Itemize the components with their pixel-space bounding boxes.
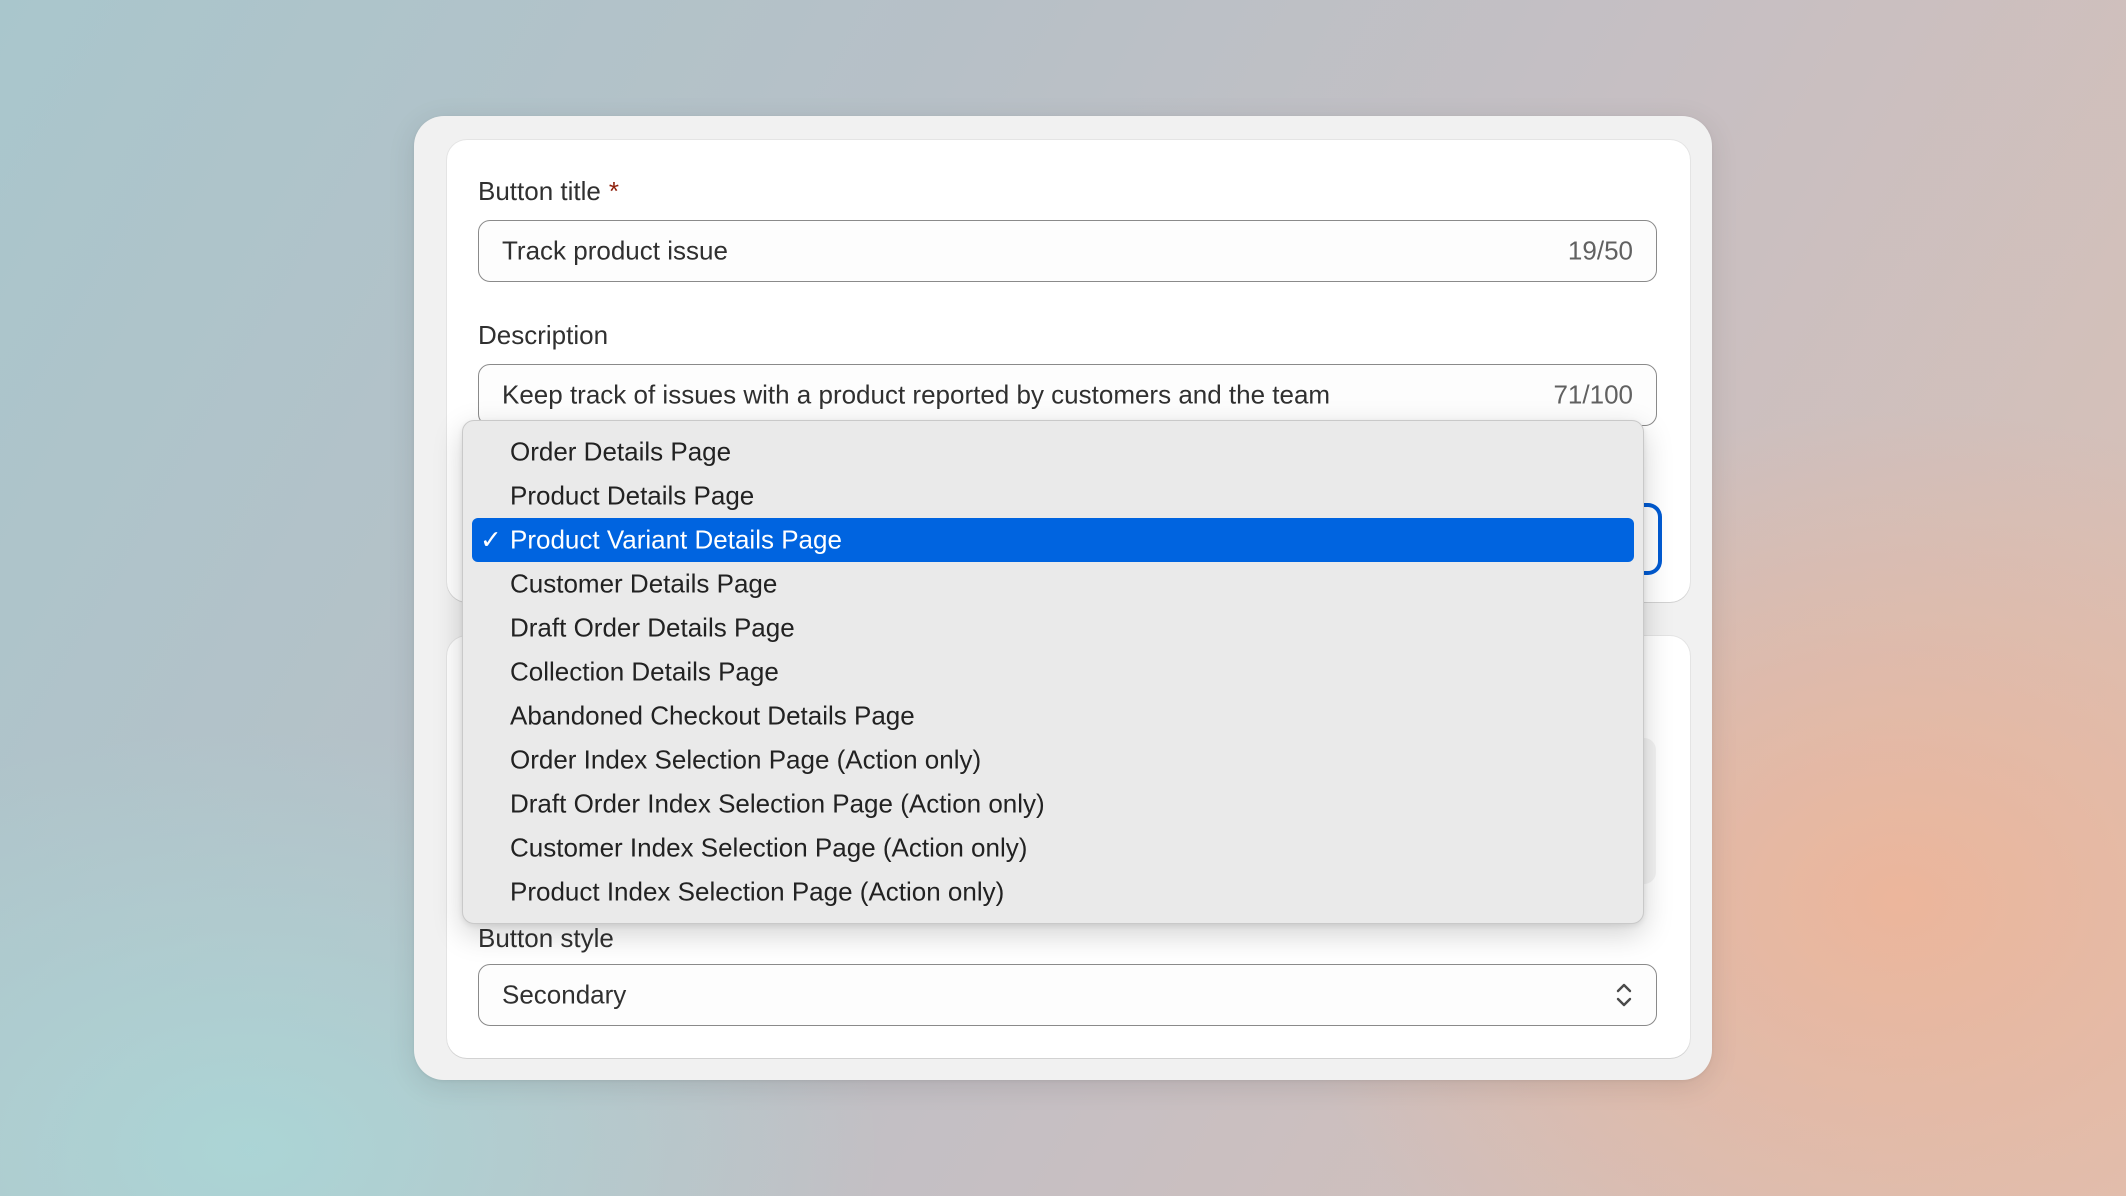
dropdown-option[interactable]: Customer Index Selection Page (Action on… [472, 826, 1634, 870]
button-title-label: Button title * [478, 176, 619, 207]
description-label: Description [478, 320, 609, 350]
dropdown-option-label: Draft Order Index Selection Page (Action… [510, 788, 1045, 819]
dropdown-option[interactable]: ✓ Product Variant Details Page [472, 518, 1634, 562]
button-style-value: Secondary [502, 979, 627, 1010]
dropdown-option-label: Order Index Selection Page (Action only) [510, 744, 982, 775]
button-title-input[interactable]: Track product issue 19/50 [478, 220, 1657, 282]
description-char-counter: 71/100 [1553, 379, 1633, 410]
dropdown-option[interactable]: Product Index Selection Page (Action onl… [472, 870, 1634, 914]
dropdown-option-label: Customer Details Page [510, 568, 778, 599]
dropdown-option-label: Order Details Page [510, 436, 732, 467]
description-value: Keep track of issues with a product repo… [502, 379, 1331, 410]
dropdown-option[interactable]: Draft Order Details Page [472, 606, 1634, 650]
dropdown-option-label: Product Index Selection Page (Action onl… [510, 876, 1005, 907]
dropdown-option[interactable]: Order Index Selection Page (Action only) [472, 738, 1634, 782]
button-style-label: Button style [478, 923, 614, 953]
dropdown-option-label: Abandoned Checkout Details Page [510, 700, 915, 731]
dropdown-option-label: Collection Details Page [510, 656, 779, 687]
dropdown-option[interactable]: Draft Order Index Selection Page (Action… [472, 782, 1634, 826]
dropdown-option-label: Draft Order Details Page [510, 612, 795, 643]
dropdown-option[interactable]: Collection Details Page [472, 650, 1634, 694]
checkmark-icon: ✓ [480, 524, 502, 555]
button-title-char-counter: 19/50 [1567, 235, 1633, 266]
dropdown-option-label: Customer Index Selection Page (Action on… [510, 832, 1028, 863]
dropdown-option[interactable]: Order Details Page [472, 430, 1634, 474]
button-title-value: Track product issue [502, 235, 728, 266]
target-dropdown-menu: Order Details Page Product Details Page ✓ P… [462, 420, 1644, 924]
dropdown-option-label: Product Variant Details Page [510, 524, 842, 555]
description-input[interactable]: Keep track of issues with a product repo… [478, 364, 1657, 426]
button-style-select[interactable]: Secondary [478, 964, 1657, 1026]
target-options-list: Order Details Page Product Details Page ✓ P… [472, 430, 1634, 914]
required-indicator: * [608, 176, 619, 206]
select-chevrons-icon [1616, 983, 1632, 1007]
dropdown-option-label: Product Details Page [510, 480, 755, 511]
button-title-label-text: Button title [478, 176, 601, 206]
dropdown-option[interactable]: Customer Details Page [472, 562, 1634, 606]
dropdown-option[interactable]: Abandoned Checkout Details Page [472, 694, 1634, 738]
dropdown-option[interactable]: Product Details Page [472, 474, 1634, 518]
